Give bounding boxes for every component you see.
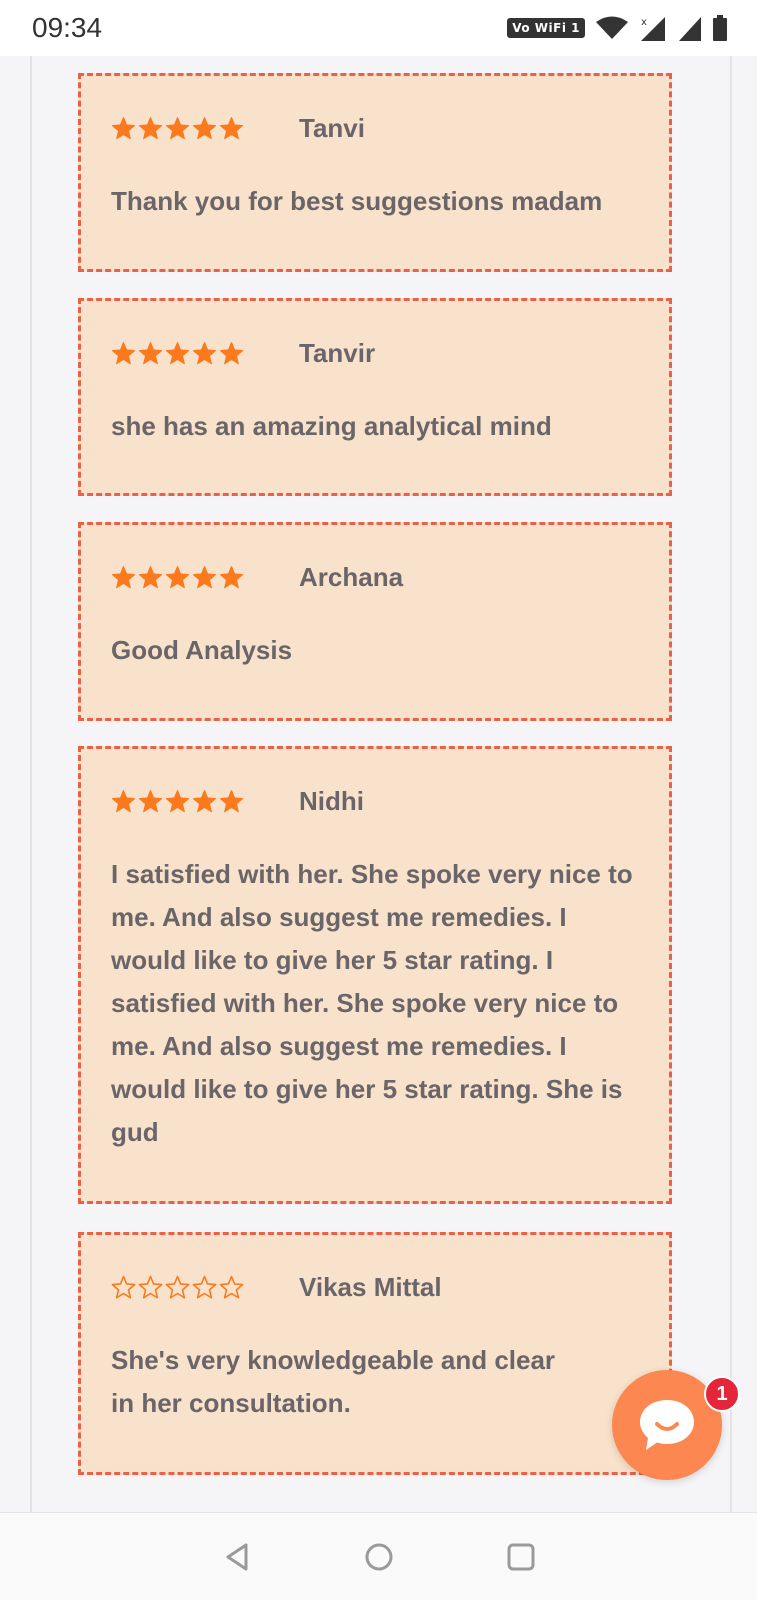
review-header: Tanvi <box>111 76 639 180</box>
star-empty-icon <box>165 1275 190 1298</box>
signal-icon: x <box>641 17 665 41</box>
status-bar: 09:34 Vo WiFi 1 x <box>0 0 757 56</box>
review-card: Tanvi Thank you for best suggestions mad… <box>78 73 672 272</box>
battery-icon <box>713 15 727 41</box>
star-filled-icon <box>138 116 163 139</box>
star-filled-icon <box>111 565 136 588</box>
navigation-bar <box>0 1512 757 1600</box>
star-filled-icon <box>219 789 244 812</box>
star-rating <box>111 116 299 141</box>
signal-icon-2 <box>679 17 701 41</box>
star-filled-icon <box>192 116 217 139</box>
star-filled-icon <box>138 341 163 364</box>
review-card: Vikas Mittal She's very knowledgeable an… <box>78 1232 672 1475</box>
status-time: 09:34 <box>32 12 103 43</box>
review-text: Good Analysis <box>111 635 293 665</box>
reviewer-name: Tanvir <box>299 337 376 368</box>
star-filled-icon <box>192 565 217 588</box>
star-filled-icon <box>219 341 244 364</box>
review-card: Archana Good Analysis <box>78 522 672 721</box>
vowifi-indicator: Vo WiFi 1 <box>507 18 585 38</box>
recents-square-icon[interactable] <box>506 1542 536 1572</box>
star-empty-icon <box>219 1275 244 1298</box>
reviewer-name: Archana <box>299 561 404 592</box>
review-header: Tanvir <box>111 301 639 405</box>
reviews-list[interactable]: Tanvi Thank you for best suggestions mad… <box>30 56 732 1512</box>
star-filled-icon <box>192 341 217 364</box>
review-text: Thank you for best suggestions madam <box>111 186 603 216</box>
review-text: She's very knowledgeable and clear in he… <box>111 1345 556 1418</box>
review-text: I satisfied with her. She spoke very nic… <box>111 859 633 1147</box>
review-header: Vikas Mittal <box>111 1235 639 1339</box>
reviewer-name: Vikas Mittal <box>299 1271 442 1302</box>
star-filled-icon <box>165 565 190 588</box>
star-filled-icon <box>165 116 190 139</box>
review-card: Nidhi I satisfied with her. She spoke ve… <box>78 746 672 1204</box>
review-header: Archana <box>111 525 639 629</box>
review-text: she has an amazing analytical mind <box>111 411 552 441</box>
star-filled-icon <box>165 789 190 812</box>
notification-badge: 1 <box>704 1376 740 1412</box>
reviewer-name: Tanvi <box>299 112 365 143</box>
star-filled-icon <box>219 116 244 139</box>
star-filled-icon <box>138 565 163 588</box>
back-triangle-icon[interactable] <box>222 1542 252 1572</box>
star-filled-icon <box>165 341 190 364</box>
star-empty-icon <box>192 1275 217 1298</box>
review-card: Tanvir she has an amazing analytical min… <box>78 298 672 496</box>
star-filled-icon <box>111 341 136 364</box>
star-filled-icon <box>138 789 163 812</box>
star-filled-icon <box>192 789 217 812</box>
review-header: Nidhi <box>111 749 639 853</box>
wifi-icon <box>596 16 628 39</box>
status-icons: Vo WiFi 1 x <box>507 15 727 41</box>
home-circle-icon[interactable] <box>364 1542 394 1572</box>
reviewer-name: Nidhi <box>299 785 364 816</box>
star-filled-icon <box>111 789 136 812</box>
star-empty-icon <box>138 1275 163 1298</box>
star-filled-icon <box>219 565 244 588</box>
star-empty-icon <box>111 1275 136 1298</box>
chat-bubble-icon <box>640 1400 694 1450</box>
star-rating <box>111 341 299 366</box>
star-rating <box>111 789 299 814</box>
star-rating <box>111 1275 299 1300</box>
star-rating <box>111 565 299 590</box>
star-filled-icon <box>111 116 136 139</box>
svg-text:x: x <box>641 17 647 28</box>
